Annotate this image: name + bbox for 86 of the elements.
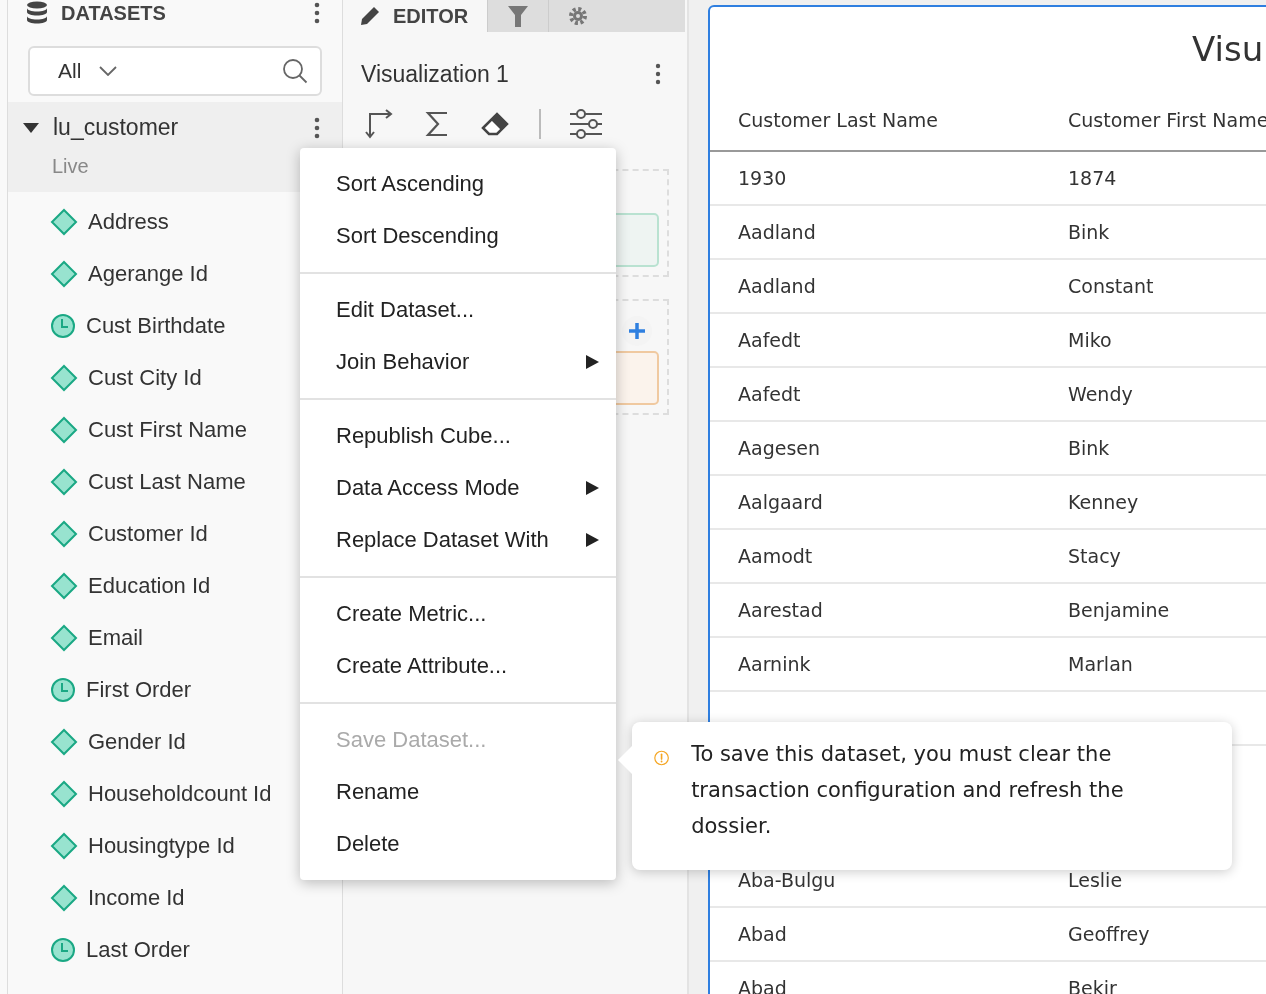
field-item[interactable]: Cust City Id: [88, 365, 202, 391]
field-item[interactable]: Education Id: [88, 573, 211, 599]
field-item[interactable]: Cust Birthdate: [86, 313, 226, 339]
diamond-icon: [50, 416, 78, 444]
database-icon: [25, 1, 49, 25]
field-item[interactable]: Agerange Id: [88, 261, 208, 287]
field-item[interactable]: Householdcount Id: [88, 781, 272, 807]
field-item[interactable]: First Order: [86, 677, 192, 703]
more-icon[interactable]: [314, 2, 320, 24]
diamond-icon: [50, 884, 78, 912]
field-item[interactable]: Cust Last Name: [88, 469, 246, 495]
menu-item[interactable]: Join Behavior: [336, 349, 470, 375]
dataset-status: Live: [52, 155, 90, 178]
field-item[interactable]: Last Order: [86, 937, 190, 963]
table-cell-text: Aafedt: [737, 329, 802, 351]
table-cell-text: Miko: [1067, 329, 1113, 351]
diamond-icon: [50, 208, 78, 236]
panel-tab[interactable]: [548, 0, 607, 32]
field-item[interactable]: Customer Id: [88, 521, 208, 547]
table-cell-text: Stacy: [1067, 545, 1122, 567]
table-cell-text: Constant: [1067, 275, 1155, 297]
field-item[interactable]: Email: [88, 625, 143, 651]
search-icon[interactable]: [282, 58, 308, 84]
menu-item[interactable]: Sort Descending: [336, 223, 499, 249]
table-cell-text: Abad: [737, 923, 788, 945]
filter-icon: [508, 4, 528, 28]
table-cell-text: Aba-Bulgu: [737, 869, 837, 891]
table-cell-text: Wendy: [1067, 383, 1134, 405]
filter-value: All: [58, 59, 82, 83]
tooltip-message: To save this dataset, you must clear the transaction configuration and refresh the dossier.: [691, 741, 1125, 840]
diamond-icon: [50, 572, 78, 600]
table-cell-text: Aafedt: [737, 383, 802, 405]
table-cell-text: Aamodt: [737, 545, 814, 567]
table-cell-text: Bink: [1067, 437, 1111, 459]
dataset-name: lu_customer: [53, 114, 179, 141]
diamond-icon: [50, 260, 78, 288]
dataset-filter-field[interactable]: All: [28, 46, 322, 96]
menu-item[interactable]: Rename: [336, 779, 420, 805]
diamond-icon: [50, 728, 78, 756]
table-cell-text: 1930: [737, 167, 788, 189]
table-cell-text: Kenney: [1067, 491, 1140, 513]
menu-item[interactable]: Replace Dataset With: [336, 527, 549, 553]
table-cell-text: Geoffrey: [1067, 923, 1151, 945]
clock-icon: [50, 313, 76, 339]
menu-item[interactable]: Delete: [336, 831, 400, 857]
eraser-icon[interactable]: [479, 110, 511, 138]
diamond-icon: [50, 624, 78, 652]
sliders-icon[interactable]: [569, 109, 603, 139]
table-cell-text: Benjamine: [1067, 599, 1171, 621]
table-cell-text: Bink: [1067, 221, 1111, 243]
clock-icon: [50, 937, 76, 963]
table-cell-text: Aarestad: [737, 599, 824, 621]
field-item[interactable]: Address: [88, 209, 169, 235]
diamond-icon: [50, 468, 78, 496]
menu-item[interactable]: Republish Cube...: [336, 423, 511, 449]
menu-item[interactable]: Data Access Mode: [336, 475, 520, 501]
table-cell-text: Leslie: [1067, 869, 1124, 891]
table-cell-text: Aagesen: [737, 437, 822, 459]
gear-icon: [567, 5, 589, 27]
panel-title: DATASETS: [61, 1, 167, 25]
pencil-icon: [359, 5, 381, 27]
diamond-icon: [50, 832, 78, 860]
chevron-down-icon[interactable]: [99, 66, 118, 76]
table-cell-text: Aadland: [737, 275, 817, 297]
more-icon[interactable]: [655, 63, 661, 85]
diamond-icon: [50, 520, 78, 548]
field-item[interactable]: Gender Id: [88, 729, 186, 755]
field-item[interactable]: Income Id: [88, 885, 185, 911]
table-cell-text: Marlan: [1067, 653, 1134, 675]
table-cell-text: Aarnink: [737, 653, 812, 675]
table-cell-text: Aalgaard: [737, 491, 824, 513]
menu-item[interactable]: Create Metric...: [336, 601, 487, 627]
clock-icon: [50, 677, 76, 703]
field-item[interactable]: Housingtype Id: [88, 833, 235, 859]
diamond-icon: [50, 780, 78, 808]
table-cell-text: Aadland: [737, 221, 817, 243]
field-item[interactable]: Cust First Name: [88, 417, 247, 443]
table-cell-text: 1874: [1067, 167, 1118, 189]
visualization-title: Visu: [1191, 27, 1265, 71]
more-icon[interactable]: [314, 116, 320, 139]
panel-tab[interactable]: [487, 0, 548, 32]
diamond-icon: [50, 364, 78, 392]
menu-item[interactable]: Create Attribute...: [336, 653, 508, 679]
visualization-name[interactable]: Visualization 1: [361, 60, 509, 88]
menu-item[interactable]: Edit Dataset...: [336, 297, 475, 323]
column-header[interactable]: Customer Last Name: [710, 109, 1040, 131]
